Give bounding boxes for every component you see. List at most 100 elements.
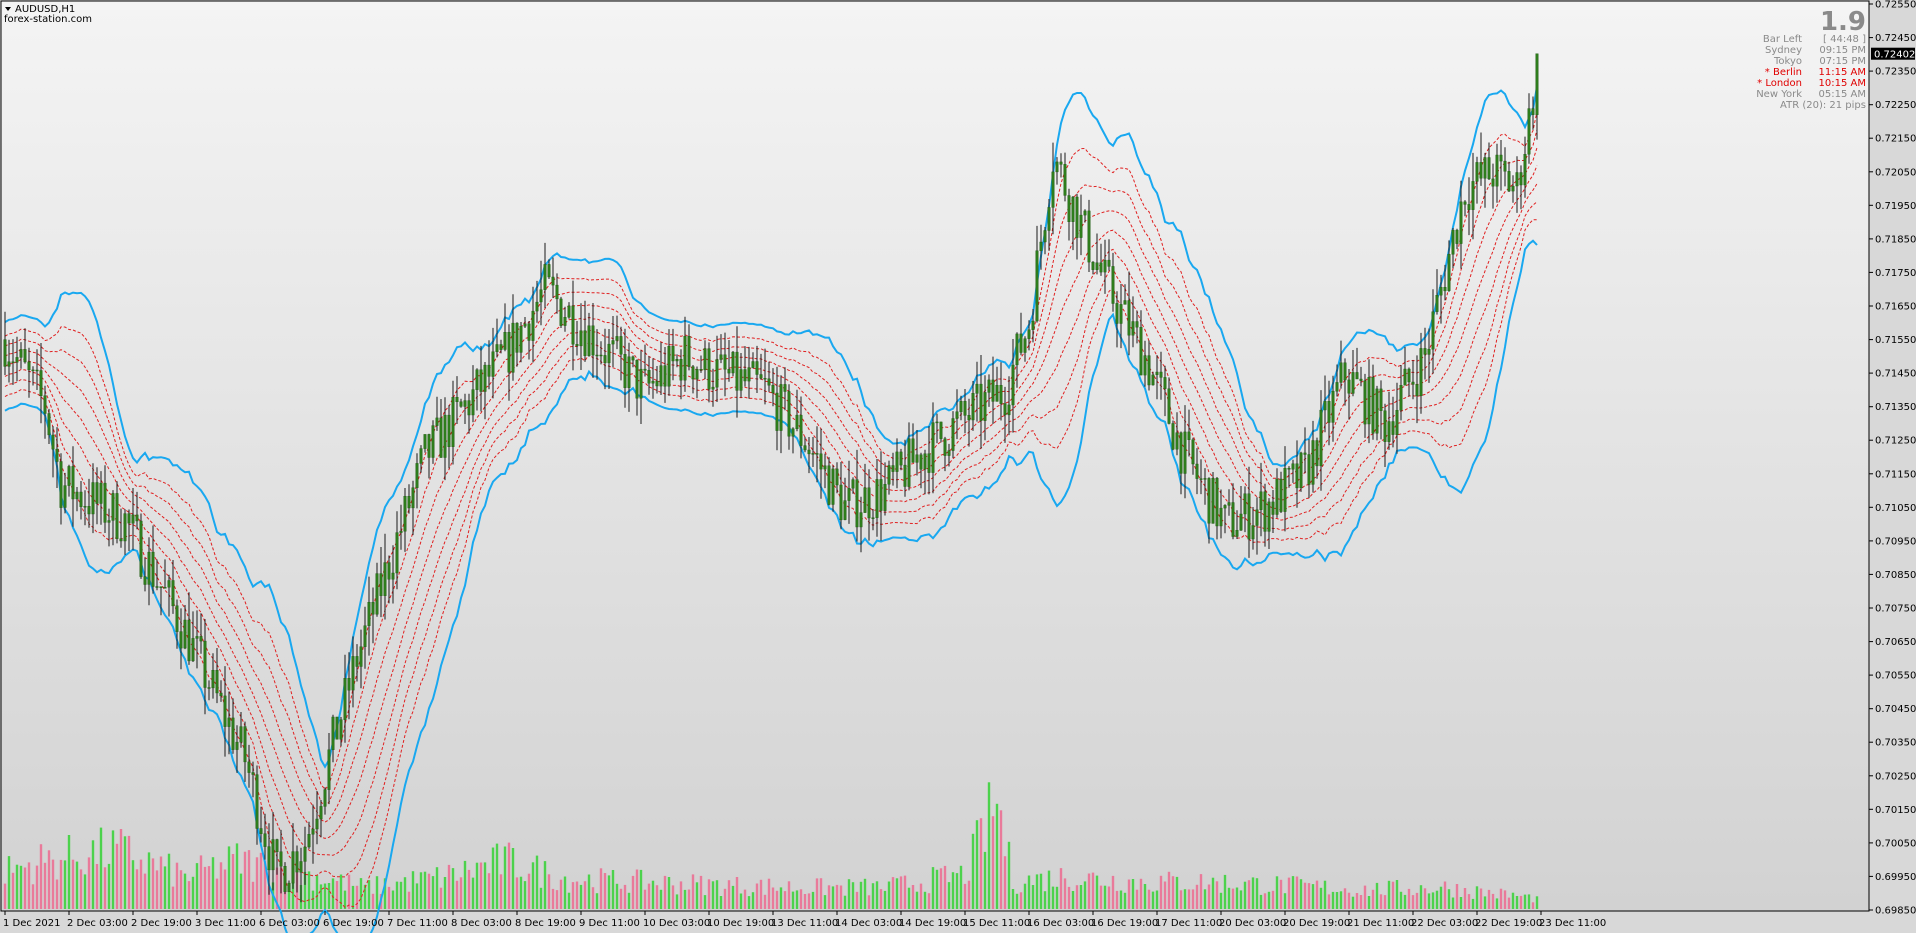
candle-body — [1347, 379, 1351, 394]
volume-bar — [487, 873, 491, 909]
volume-bar — [1303, 882, 1307, 909]
volume-bar — [1263, 893, 1267, 909]
candle-body — [1167, 388, 1171, 424]
volume-bar — [47, 850, 51, 909]
x-tick-label: 13 Dec 11:00 — [771, 918, 838, 929]
volume-bar — [723, 888, 727, 909]
candle-body — [1227, 502, 1231, 506]
volume-bar — [851, 882, 855, 909]
volume-bar — [895, 878, 899, 909]
candle-body — [867, 487, 871, 519]
candle-body — [679, 359, 683, 381]
info-row-value: 11:15 AM — [1819, 67, 1866, 78]
volume-bar — [1415, 892, 1419, 909]
volume-bar — [443, 877, 447, 909]
candle-body — [603, 355, 607, 364]
candle-body — [1187, 431, 1191, 440]
volume-bar — [423, 871, 427, 909]
volume-bar — [583, 881, 587, 909]
volume-bar — [1171, 876, 1175, 909]
volume-bar — [1187, 889, 1191, 909]
info-row-label: Sydney — [1765, 45, 1802, 56]
y-tick-label: 0.71750 — [1875, 268, 1916, 279]
candle-body — [967, 415, 971, 421]
volume-bar — [119, 829, 123, 909]
volume-bar — [559, 879, 563, 909]
candle-body — [67, 466, 71, 486]
candle-body — [99, 482, 103, 504]
volume-bar — [359, 878, 363, 909]
candle-body — [1015, 333, 1019, 366]
candle-body — [1139, 327, 1143, 376]
volume-bar — [1379, 894, 1383, 909]
volume-bar — [1259, 894, 1263, 909]
candle-body — [1351, 372, 1355, 394]
candle-body — [951, 418, 955, 451]
candle-body — [119, 538, 123, 542]
volume-bar — [459, 877, 463, 909]
info-row-label: ATR (20): 21 pips — [1780, 100, 1866, 111]
volume-bar — [467, 869, 471, 909]
candle-body — [707, 348, 711, 390]
volume-bar — [1111, 875, 1115, 909]
volume-bar — [1467, 894, 1471, 909]
y-tick-label: 0.70850 — [1875, 570, 1916, 581]
volume-bar — [67, 835, 71, 909]
volume-bar — [1527, 894, 1531, 909]
candle-body — [599, 354, 603, 357]
candle-body — [1367, 377, 1371, 425]
candle-body — [163, 587, 167, 589]
volume-bar — [447, 864, 451, 909]
volume-bar — [1103, 885, 1107, 909]
y-tick-label: 0.72150 — [1875, 134, 1916, 145]
candle-body — [735, 351, 739, 391]
candle-body — [307, 834, 311, 848]
candle-body — [7, 361, 11, 367]
candle-body — [563, 317, 567, 326]
candle-body — [1435, 295, 1439, 312]
volume-bar — [575, 881, 579, 909]
volume-bar — [763, 894, 767, 909]
volume-bar — [99, 827, 103, 909]
candle-body — [123, 513, 127, 542]
volume-bar — [203, 866, 207, 909]
candle-body — [95, 482, 99, 504]
volume-bar — [503, 846, 507, 909]
candle-body — [911, 438, 915, 463]
candle-body — [507, 332, 511, 373]
volume-bar — [1243, 881, 1247, 909]
candle-body — [1147, 355, 1151, 386]
candle-body — [31, 369, 35, 372]
volume-bar — [731, 885, 735, 909]
volume-bar — [139, 859, 143, 909]
candle-body — [855, 479, 859, 528]
volume-bar — [759, 879, 763, 909]
candle-body — [335, 716, 339, 740]
x-tick-label: 15 Dec 11:00 — [963, 918, 1030, 929]
candle-body — [407, 496, 411, 509]
volume-bar — [903, 875, 907, 909]
candle-body — [283, 866, 287, 892]
x-tick-label: 16 Dec 03:00 — [1027, 918, 1094, 929]
candle-body — [431, 425, 435, 458]
candle-body — [1271, 501, 1275, 515]
volume-bar — [675, 894, 679, 909]
volume-bar — [1215, 881, 1219, 909]
volume-bar — [1115, 890, 1119, 909]
candle-body — [1215, 478, 1219, 527]
candle-body — [615, 336, 619, 341]
candle-body — [687, 336, 691, 367]
candle-body — [459, 401, 463, 407]
y-tick-label: 0.70050 — [1875, 838, 1916, 849]
candle-body — [991, 379, 995, 402]
volume-bar — [1219, 892, 1223, 909]
volume-bar — [615, 883, 619, 909]
candle-body — [111, 493, 115, 521]
candle-body — [231, 717, 235, 750]
volume-bar — [811, 891, 815, 909]
volume-bar — [1307, 883, 1311, 909]
price-chart[interactable]: 0.72550 0.72450 0.72350 0.72250 0.72150 0.720… — [0, 0, 1916, 933]
volume-bar — [91, 840, 95, 909]
candle-body — [495, 344, 499, 353]
volume-bar — [1475, 886, 1479, 909]
